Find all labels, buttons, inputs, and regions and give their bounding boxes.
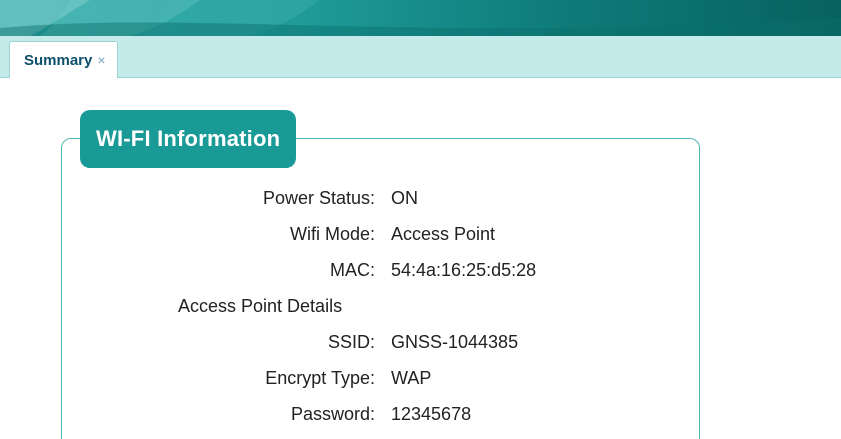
power-status-value: ON [391, 187, 418, 208]
banner-waves-graphic [0, 0, 841, 36]
wifi-mode-value: Access Point [391, 223, 496, 244]
password-value: 12345678 [391, 403, 472, 424]
page: Summary × WI-FI Information Power Status… [0, 0, 841, 439]
mac-value: 54:4a:16:25:d5:28 [391, 259, 537, 280]
password-label: Password: [290, 403, 375, 424]
tab-summary[interactable]: Summary × [9, 41, 118, 78]
power-status-label: Power Status: [262, 187, 375, 208]
wifi-mode-row: Wifi Mode: Access Point [150, 216, 650, 252]
mac-label: MAC: [330, 259, 375, 280]
access-point-details-heading: Access Point Details [178, 295, 343, 316]
ssid-label: SSID: [327, 331, 375, 352]
wifi-info-list: Power Status: ON Wifi Mode: Access Point… [150, 180, 650, 432]
encrypt-type-label: Encrypt Type: [265, 367, 375, 388]
tab-summary-label: Summary [24, 51, 93, 69]
tab-bar: Summary × [0, 36, 841, 78]
panel-title: WI-FI Information [96, 126, 281, 151]
ssid-value: GNSS-1044385 [391, 331, 519, 352]
close-icon[interactable]: × [97, 53, 105, 67]
password-row: Password: 12345678 [150, 396, 650, 432]
mac-row: MAC: 54:4a:16:25:d5:28 [150, 252, 650, 288]
power-status-row: Power Status: ON [150, 180, 650, 216]
panel-title-badge: WI-FI Information [80, 110, 297, 168]
header-banner [0, 0, 841, 36]
encrypt-type-row: Encrypt Type: WAP [150, 360, 650, 396]
ssid-row: SSID: GNSS-1044385 [150, 324, 650, 360]
wifi-mode-label: Wifi Mode: [289, 223, 375, 244]
access-point-details-row: Access Point Details [150, 288, 650, 324]
encrypt-type-value: WAP [391, 367, 432, 388]
